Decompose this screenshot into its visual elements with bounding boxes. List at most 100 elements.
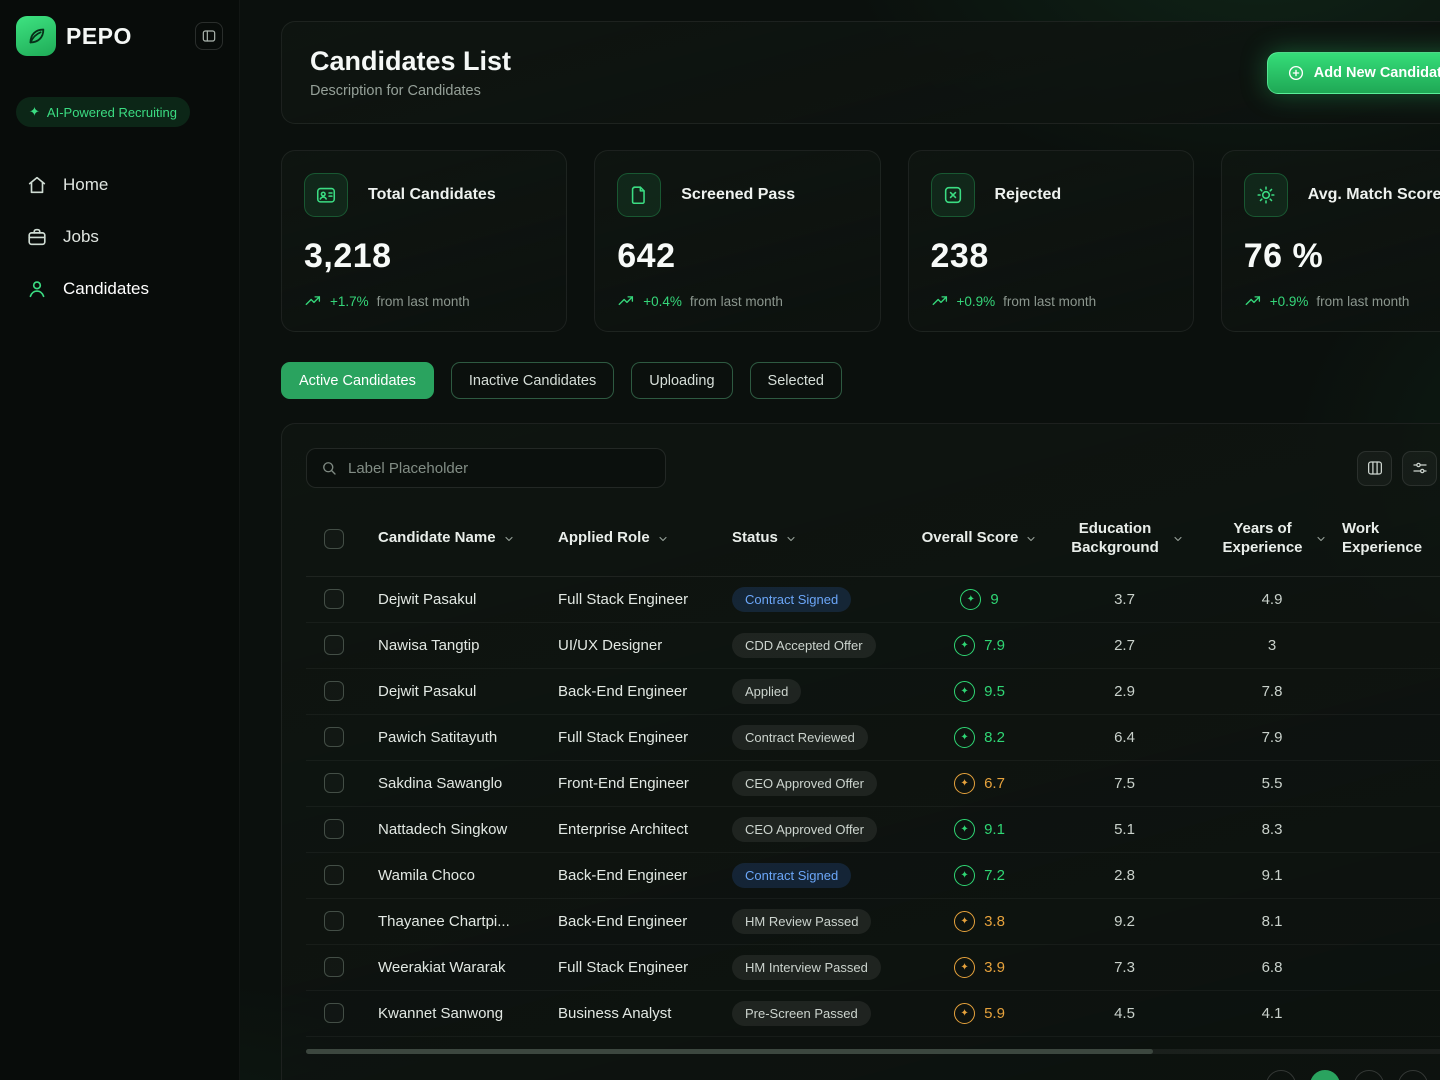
years-of-experience-value: 9.1 — [1202, 867, 1342, 884]
score-sparkle-icon: ✦ — [954, 681, 975, 702]
chevron-down-icon — [785, 533, 797, 545]
applied-role: Back-End Engineer — [558, 683, 732, 700]
table-row[interactable]: Pawich Satitayuth Full Stack Engineer Co… — [306, 715, 1440, 761]
sidebar-item-candidates[interactable]: Candidates — [16, 267, 223, 311]
row-checkbox[interactable] — [324, 957, 344, 977]
row-checkbox[interactable] — [324, 681, 344, 701]
col-candidate-name[interactable]: Candidate Name — [378, 529, 558, 548]
overall-score: ✦ 8.2 — [912, 727, 1047, 748]
trending-up-icon — [304, 292, 322, 310]
columns-view-button[interactable] — [1357, 451, 1392, 486]
filter-tabs: Active Candidates Inactive Candidates Up… — [281, 362, 1440, 399]
horizontal-scrollbar[interactable] — [306, 1049, 1440, 1054]
pagination-dot-active[interactable] — [1310, 1070, 1340, 1080]
years-of-experience-value: 6.8 — [1202, 959, 1342, 976]
tab-uploading[interactable]: Uploading — [631, 362, 732, 399]
sidebar-item-home[interactable]: Home — [16, 163, 223, 207]
select-all-checkbox[interactable] — [324, 529, 344, 549]
row-checkbox[interactable] — [324, 819, 344, 839]
candidate-name: Sakdina Sawanglo — [378, 775, 558, 792]
status-badge: CDD Accepted Offer — [732, 633, 876, 658]
add-new-candidates-button[interactable]: Add New Candidates — [1267, 52, 1440, 94]
page-header: Candidates List Description for Candidat… — [281, 21, 1440, 124]
search-input[interactable] — [348, 460, 652, 477]
search-icon — [320, 459, 338, 477]
sun-icon — [1244, 173, 1288, 217]
table-row[interactable]: Weerakiat Wararak Full Stack Engineer HM… — [306, 945, 1440, 991]
applied-role: Back-End Engineer — [558, 867, 732, 884]
table-row[interactable]: Nattadech Singkow Enterprise Architect C… — [306, 807, 1440, 853]
table-row[interactable]: Kwannet Sanwong Business Analyst Pre-Scr… — [306, 991, 1440, 1037]
col-applied-role[interactable]: Applied Role — [558, 529, 732, 548]
years-of-experience-value: 4.9 — [1202, 591, 1342, 608]
overall-score: ✦ 9.1 — [912, 819, 1047, 840]
applied-role: Business Analyst — [558, 1005, 732, 1022]
education-background-value: 3.7 — [1047, 591, 1202, 608]
status-badge: Contract Reviewed — [732, 725, 868, 750]
candidate-name: Dejwit Pasakul — [378, 683, 558, 700]
filter-settings-button[interactable] — [1402, 451, 1437, 486]
ai-powered-badge: ✦ AI-Powered Recruiting — [16, 97, 190, 127]
stat-total-candidates: Total Candidates 3,218 +1.7% from last m… — [281, 150, 567, 332]
home-icon — [26, 174, 48, 196]
row-checkbox[interactable] — [324, 1003, 344, 1023]
col-years-of-experience[interactable]: Years of Experience — [1202, 520, 1342, 558]
stat-screened-pass: Screened Pass 642 +0.4% from last month — [594, 150, 880, 332]
col-status[interactable]: Status — [732, 529, 912, 548]
sidebar-toggle-button[interactable] — [195, 22, 223, 50]
col-overall-score[interactable]: Overall Score — [912, 529, 1047, 548]
trending-up-icon — [931, 292, 949, 310]
pagination-dot[interactable] — [1266, 1070, 1296, 1080]
table-row[interactable]: Dejwit Pasakul Back-End Engineer Applied… — [306, 669, 1440, 715]
education-background-value: 5.1 — [1047, 821, 1202, 838]
table-row[interactable]: Dejwit Pasakul Full Stack Engineer Contr… — [306, 577, 1440, 623]
score-sparkle-icon: ✦ — [960, 589, 981, 610]
score-sparkle-icon: ✦ — [954, 911, 975, 932]
trending-up-icon — [1244, 292, 1262, 310]
chevron-down-icon — [657, 533, 669, 545]
candidates-table-card: Candidate Name Applied Role Status Overa… — [281, 423, 1440, 1080]
stat-value: 238 — [931, 237, 1171, 276]
search-box[interactable] — [306, 448, 666, 488]
sidebar-item-jobs[interactable]: Jobs — [16, 215, 223, 259]
overall-score: ✦ 7.9 — [912, 635, 1047, 656]
candidate-name: Dejwit Pasakul — [378, 591, 558, 608]
row-checkbox[interactable] — [324, 635, 344, 655]
panel-collapse-icon — [201, 28, 217, 44]
pagination-dot[interactable] — [1398, 1070, 1428, 1080]
applied-role: Back-End Engineer — [558, 913, 732, 930]
overall-score: ✦ 3.8 — [912, 911, 1047, 932]
tab-inactive-candidates[interactable]: Inactive Candidates — [451, 362, 614, 399]
status-badge: Pre-Screen Passed — [732, 1001, 871, 1026]
stat-rejected: Rejected 238 +0.9% from last month — [908, 150, 1194, 332]
status-badge: Applied — [732, 679, 801, 704]
app-logo: PEPO — [16, 16, 132, 56]
score-sparkle-icon: ✦ — [954, 727, 975, 748]
tab-active-candidates[interactable]: Active Candidates — [281, 362, 434, 399]
candidate-name: Thayanee Chartpi... — [378, 913, 558, 930]
row-checkbox[interactable] — [324, 727, 344, 747]
row-checkbox[interactable] — [324, 589, 344, 609]
stat-value: 76 % — [1244, 237, 1440, 276]
tab-selected[interactable]: Selected — [750, 362, 842, 399]
table-body: Dejwit Pasakul Full Stack Engineer Contr… — [306, 577, 1440, 1037]
sidebar: PEPO ✦ AI-Powered Recruiting Home Jobs — [0, 0, 240, 1080]
col-work-experience[interactable]: Work Experience — [1342, 520, 1440, 558]
chevron-down-icon — [503, 533, 515, 545]
row-checkbox[interactable] — [324, 911, 344, 931]
education-background-value: 2.7 — [1047, 637, 1202, 654]
table-row[interactable]: Wamila Choco Back-End Engineer Contract … — [306, 853, 1440, 899]
table-row[interactable]: Sakdina Sawanglo Front-End Engineer CEO … — [306, 761, 1440, 807]
years-of-experience-value: 8.3 — [1202, 821, 1342, 838]
applied-role: Full Stack Engineer — [558, 959, 732, 976]
row-checkbox[interactable] — [324, 865, 344, 885]
scrollbar-thumb[interactable] — [306, 1049, 1153, 1054]
table-row[interactable]: Thayanee Chartpi... Back-End Engineer HM… — [306, 899, 1440, 945]
col-education-background[interactable]: Education Background — [1047, 520, 1202, 558]
table-row[interactable]: Nawisa Tangtip UI/UX Designer CDD Accept… — [306, 623, 1440, 669]
row-checkbox[interactable] — [324, 773, 344, 793]
pagination-dot[interactable] — [1354, 1070, 1384, 1080]
sliders-icon — [1411, 459, 1429, 477]
years-of-experience-value: 4.1 — [1202, 1005, 1342, 1022]
status-badge: HM Interview Passed — [732, 955, 881, 980]
